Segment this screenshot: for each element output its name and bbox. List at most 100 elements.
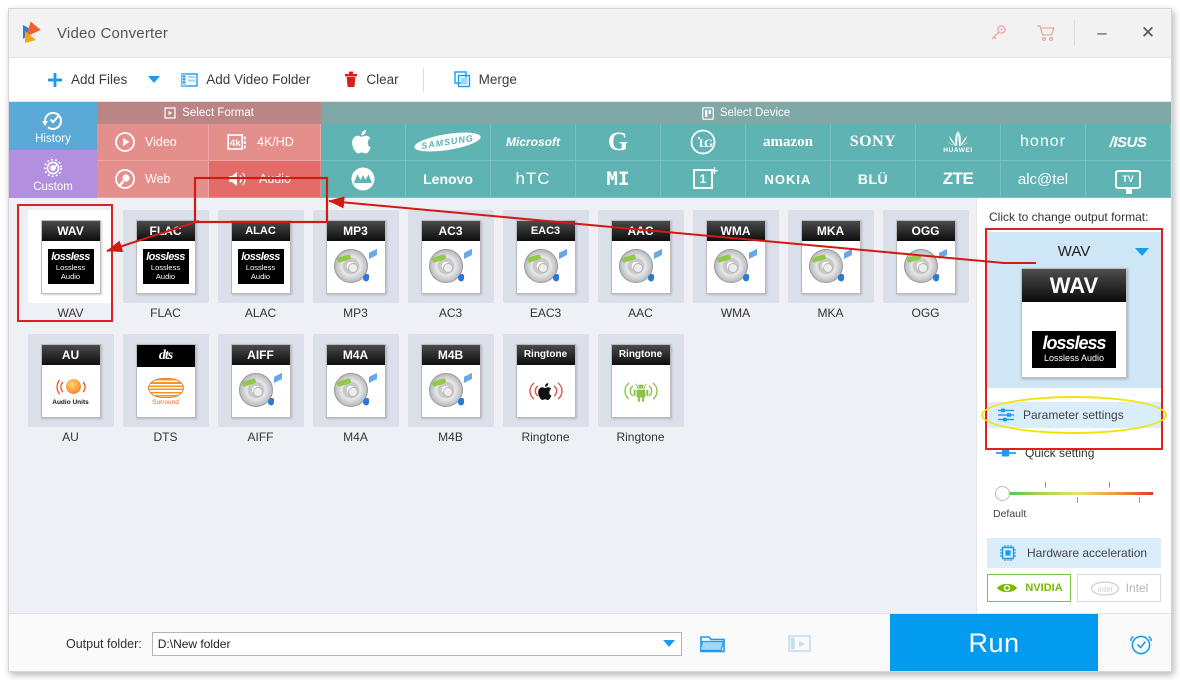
video-folder-icon — [181, 72, 198, 87]
key-icon[interactable] — [974, 9, 1022, 58]
quick-setting-icon — [996, 449, 1016, 457]
clear-button[interactable]: Clear — [336, 58, 406, 102]
chevron-down-icon[interactable] — [1135, 248, 1149, 256]
format-tile-dts[interactable]: dts Surround DTS — [118, 334, 213, 452]
folder-icon — [699, 635, 725, 652]
device-google[interactable]: G — [576, 124, 661, 161]
bottom-bar: Output folder: D:\New folder Run — [9, 613, 1171, 671]
format-category-4khd[interactable]: 4k 4K/HD — [209, 124, 321, 161]
run-button[interactable]: Run — [890, 614, 1098, 671]
format-card-aiff: AIFF — [230, 343, 291, 418]
format-card-badge: EAC3 — [516, 220, 575, 241]
format-card-m4b: M4B — [420, 343, 481, 418]
format-tile-au[interactable]: AU Audio Units AU — [23, 334, 118, 452]
device-tv[interactable]: TV — [1086, 161, 1171, 198]
quality-slider[interactable]: Default — [987, 480, 1161, 528]
select-format-grid: Video 4k 4K/HD Web Audio — [97, 124, 321, 198]
close-icon[interactable]: ✕ — [1125, 9, 1171, 58]
speaker-icon — [229, 172, 246, 186]
format-card-badge-wrap: dts — [136, 344, 195, 367]
format-tile-wma[interactable]: WMA WMA — [688, 210, 783, 328]
slider-knob[interactable] — [995, 486, 1010, 501]
device-mi[interactable]: MI — [576, 161, 661, 198]
device-apple[interactable] — [321, 124, 406, 161]
format-tile-aac[interactable]: AAC AAC — [593, 210, 688, 328]
format-tile-wav[interactable]: WAV lossless Lossless Audio WAV — [23, 210, 118, 328]
browse-folder-button[interactable] — [699, 634, 726, 654]
device-alcatel[interactable]: alc@tel — [1001, 161, 1086, 198]
add-files-button[interactable]: Add Files — [39, 58, 135, 102]
format-tile-flac[interactable]: FLAC lossless Lossless Audio FLAC — [118, 210, 213, 328]
lossless-badge-large: lossless Lossless Audio — [1032, 331, 1116, 368]
device-oneplus[interactable]: 1 + — [661, 161, 746, 198]
output-format-preview[interactable]: WAV WAV lossless Lossless Audio — [987, 232, 1161, 388]
htc-logo-icon: hTC — [515, 169, 551, 188]
quick-setting-row[interactable]: Quick setting — [987, 446, 1161, 460]
lossless-caption: Lossless Audio — [1043, 353, 1105, 363]
device-microsoft[interactable]: Microsoft — [491, 124, 576, 161]
format-tile-ringtone-android[interactable]: Ringtone Ringtone — [593, 334, 688, 452]
ringtone-android-icon — [618, 374, 664, 408]
gpu-intel-button[interactable]: intel Intel — [1077, 574, 1161, 602]
open-output-button[interactable] — [787, 634, 812, 654]
format-card-badge: dts — [158, 347, 173, 363]
gpu-nvidia-button[interactable]: NVIDIA — [987, 574, 1071, 602]
format-card-ringtone-android: Ringtone — [610, 343, 671, 418]
format-tile-aiff[interactable]: AIFF AIFF — [213, 334, 308, 452]
format-tile-eac3[interactable]: EAC3 EAC3 — [498, 210, 593, 328]
format-card-body — [611, 364, 670, 417]
format-category-video[interactable]: Video — [97, 124, 209, 161]
device-honor[interactable]: honor — [1001, 124, 1086, 161]
device-lenovo[interactable]: Lenovo — [406, 161, 491, 198]
format-tile-m4b[interactable]: M4B M4B — [403, 334, 498, 452]
device-sony[interactable]: SONY — [831, 124, 916, 161]
format-tile-alac[interactable]: ALAC lossless Lossless Audio ALAC — [213, 210, 308, 328]
device-htc[interactable]: hTC — [491, 161, 576, 198]
format-card-badge: AAC — [611, 220, 670, 241]
device-motorola[interactable] — [321, 161, 406, 198]
add-video-folder-button[interactable]: Add Video Folder — [173, 58, 318, 102]
format-card-badge: MKA — [801, 220, 860, 241]
format-tile-label: EAC3 — [529, 306, 562, 320]
lossless-line2: Audio — [155, 272, 176, 281]
quick-setting-label: Quick setting — [1025, 446, 1095, 460]
parameter-settings-button[interactable]: Parameter settings — [981, 396, 1167, 434]
app-window: Video Converter – ✕ Add Files Add Video … — [8, 8, 1172, 672]
output-folder-dropdown[interactable] — [657, 633, 681, 655]
minimize-icon[interactable]: – — [1079, 9, 1125, 58]
format-card-badge: M4B — [421, 344, 480, 365]
device-amazon[interactable]: amazon — [746, 124, 831, 161]
sidebar: History Custom — [9, 102, 97, 198]
format-category-audio[interactable]: Audio — [209, 161, 321, 198]
device-blu[interactable]: BLÜ — [831, 161, 916, 198]
device-nokia[interactable]: NOKIA — [746, 161, 831, 198]
device-asus[interactable]: /ISUS — [1086, 124, 1171, 161]
device-zte[interactable]: ZTE — [916, 161, 1001, 198]
lossless-line1: Lossless — [55, 263, 86, 272]
merge-button[interactable]: Merge — [446, 58, 525, 102]
format-tile-m4a[interactable]: M4A M4A — [308, 334, 403, 452]
format-tile-ogg[interactable]: OGG OGG — [878, 210, 973, 328]
format-card-badge: WAV — [41, 220, 100, 241]
format-tile-ringtone-apple[interactable]: Ringtone Ringtone — [498, 334, 593, 452]
huawei-sub-label: HUAWEI — [943, 146, 973, 154]
add-files-dropdown[interactable] — [135, 58, 173, 102]
output-folder-input[interactable]: D:\New folder — [151, 631, 682, 656]
hardware-acceleration-row[interactable]: Hardware acceleration — [987, 538, 1161, 568]
device-huawei[interactable]: HUAWEI — [916, 124, 1001, 161]
format-category-web[interactable]: Web — [97, 161, 209, 198]
add-files-label: Add Files — [71, 72, 128, 87]
device-lg[interactable]: L G — [661, 124, 746, 161]
sidebar-item-custom[interactable]: Custom — [9, 150, 97, 198]
format-tile-mka[interactable]: MKA MKA — [783, 210, 878, 328]
format-tile-mp3[interactable]: MP3 MP3 — [308, 210, 403, 328]
clear-label: Clear — [366, 72, 399, 87]
format-tile-ac3[interactable]: AC3 AC3 — [403, 210, 498, 328]
device-samsung[interactable]: SAMSUNG — [406, 124, 491, 161]
format-tile-label: MKA — [817, 306, 844, 320]
sidebar-item-history[interactable]: History — [9, 102, 97, 150]
output-format-card: WAV lossless Lossless Audio — [1021, 268, 1127, 378]
format-tile-label: OGG — [911, 306, 940, 320]
cart-icon[interactable] — [1022, 9, 1070, 58]
schedule-button[interactable] — [1127, 630, 1155, 661]
